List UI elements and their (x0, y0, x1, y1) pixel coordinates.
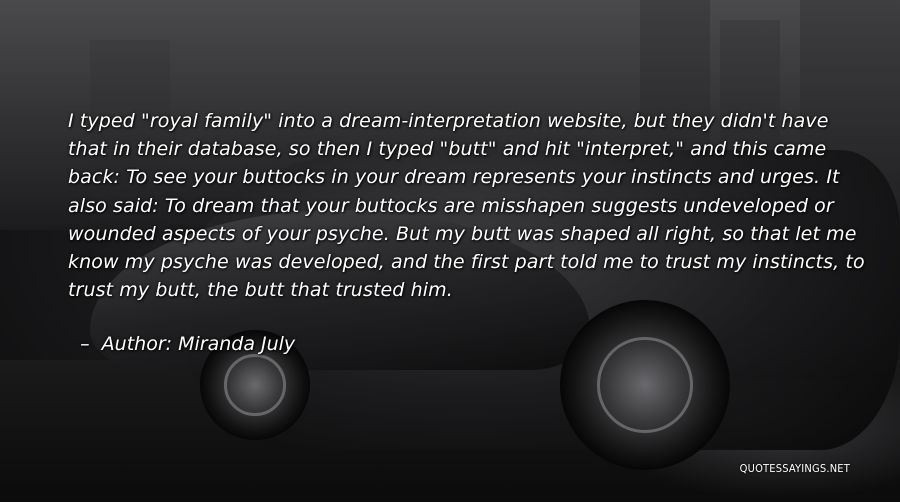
quote-image: I typed "royal family" into a dream-inte… (0, 0, 900, 502)
author-line: – Author: Miranda July (68, 333, 295, 355)
site-watermark: QUOTESSAYINGS.NET (739, 462, 850, 475)
rear-wheel (560, 300, 730, 470)
quote-text: I typed "royal family" into a dream-inte… (68, 110, 865, 302)
author-name[interactable]: Miranda July (178, 333, 295, 355)
author-label: Author: (101, 333, 173, 355)
bullet-icon: – (68, 333, 102, 355)
